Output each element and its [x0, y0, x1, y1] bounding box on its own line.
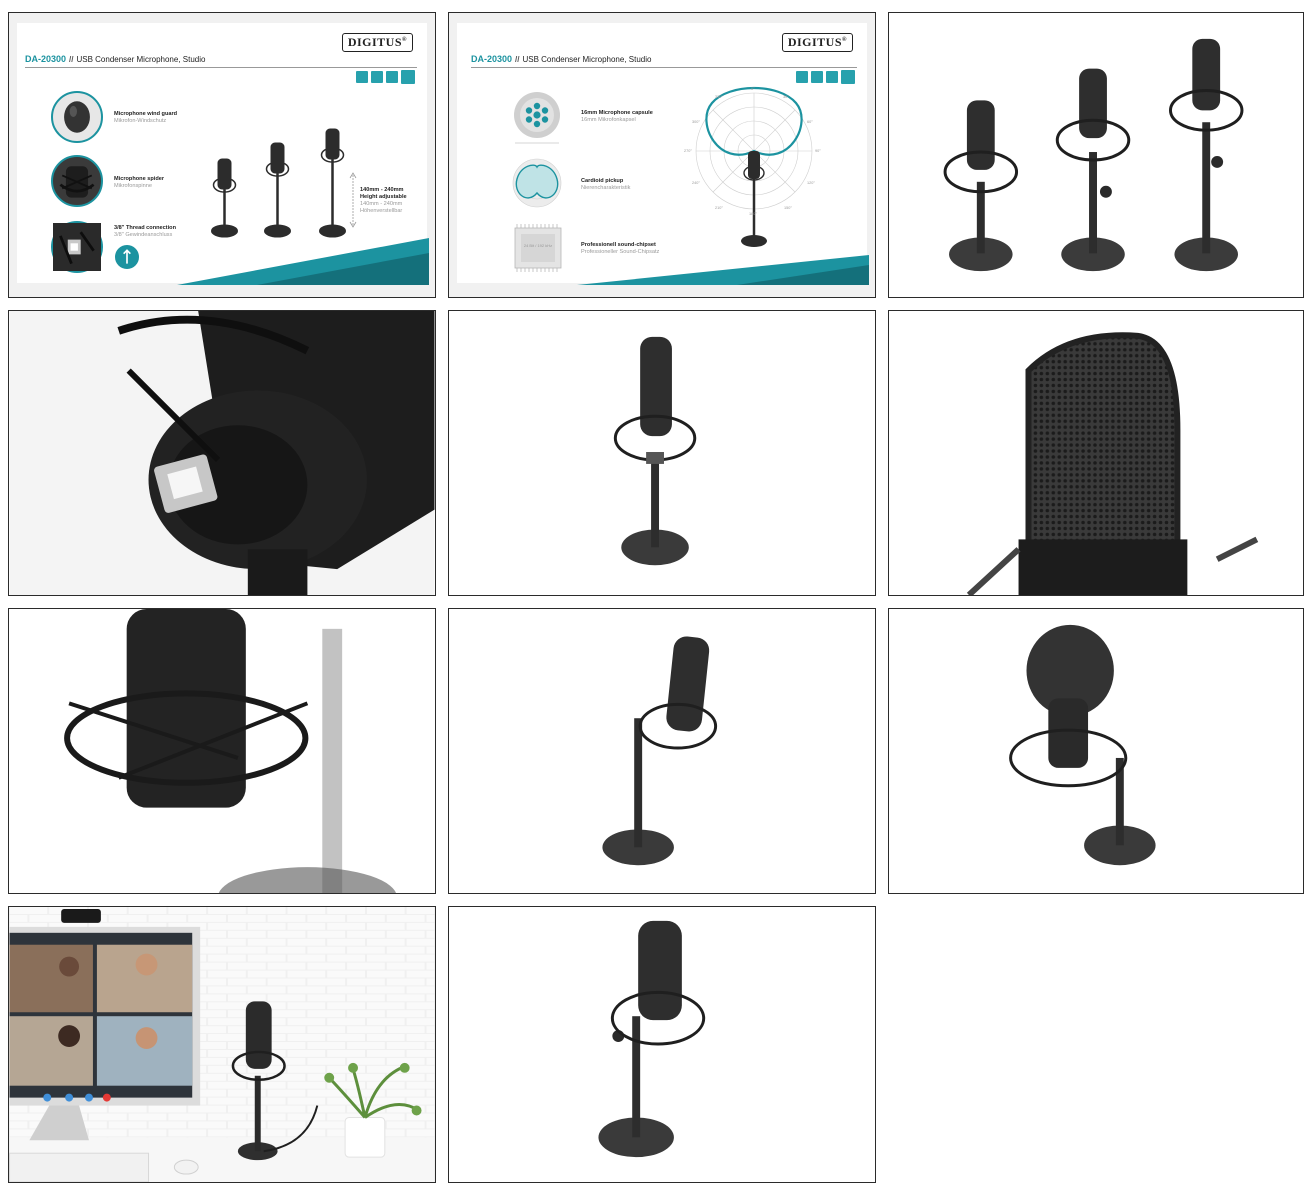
product-image-with-windscreen[interactable]	[888, 608, 1304, 894]
product-image-video-call-scene[interactable]	[8, 906, 436, 1183]
video-call-scene-photo	[9, 907, 435, 1182]
product-image-angled[interactable]	[448, 608, 876, 894]
mic-height-illustration	[17, 128, 429, 285]
slide-canvas: DIGITUS® DA-20300//USB Condenser Microph…	[17, 23, 429, 285]
product-image-grille-closeup[interactable]	[888, 310, 1304, 596]
spider-closeup-photo	[64, 609, 396, 893]
polar-angle-labels: 0° 30° 60° 90° 120° 150° 180° 210° 240° …	[684, 87, 821, 216]
product-image-angled-top[interactable]	[448, 906, 876, 1183]
slide-canvas: DIGITUS® DA-20300//USB Condenser Microph…	[457, 23, 869, 285]
mic-angled-photo	[602, 636, 718, 866]
grille-closeup-photo	[966, 332, 1259, 595]
height-adjust-label: 140mm - 240mm Height adjustable 140mm - …	[360, 187, 407, 214]
mic-trio-photo	[943, 38, 1244, 272]
mic-windscreen-photo	[1009, 624, 1156, 866]
product-image-front[interactable]	[448, 310, 876, 596]
mic-front-photo	[613, 336, 697, 566]
product-image-three-heights[interactable]	[888, 12, 1304, 298]
mic-angled-top-photo	[598, 920, 706, 1158]
product-image-slide-features-2[interactable]: DIGITUS® DA-20300//USB Condenser Microph…	[448, 12, 876, 298]
usb-connector-photo	[9, 311, 435, 595]
product-image-slide-features-1[interactable]: DIGITUS® DA-20300//USB Condenser Microph…	[8, 12, 436, 298]
product-image-usb-connector[interactable]	[8, 310, 436, 596]
product-image-spider-closeup[interactable]	[8, 608, 436, 894]
